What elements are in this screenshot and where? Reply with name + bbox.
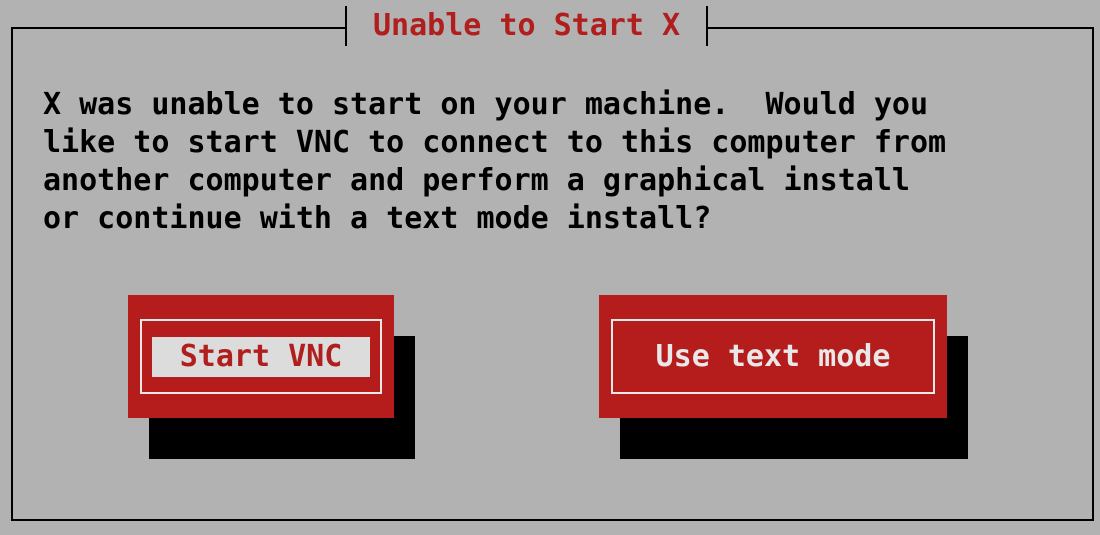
start-vnc-focus-border: Start VNC xyxy=(140,319,382,394)
start-vnc-button[interactable]: Start VNC xyxy=(128,295,394,418)
text-mode-button-border: Use text mode xyxy=(611,319,935,394)
use-text-mode-button[interactable]: Use text mode xyxy=(599,295,947,418)
dialog-message: X was unable to start on your machine. W… xyxy=(43,87,947,236)
use-text-mode-button-label: Use text mode xyxy=(655,338,891,374)
dialog-title: Unable to Start X xyxy=(345,6,709,46)
start-vnc-button-label: Start VNC xyxy=(152,336,370,377)
